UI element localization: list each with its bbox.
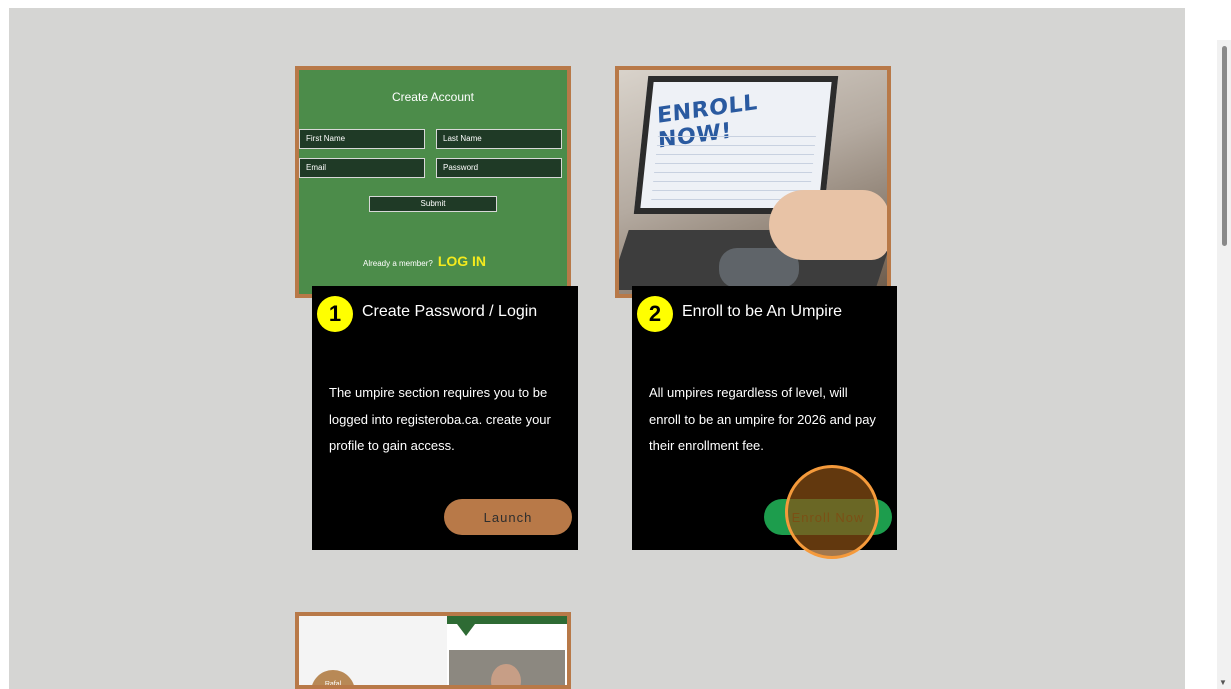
- last-name-field: Last Name: [436, 129, 562, 149]
- triangle-down-icon[interactable]: ▼: [1219, 678, 1227, 687]
- vertical-scrollbar[interactable]: ▼: [1217, 40, 1231, 689]
- email-field: Email: [299, 158, 425, 178]
- password-field: Password: [436, 158, 562, 178]
- enroll-laptop-photo: ENROLL NOW!: [619, 70, 887, 294]
- step-2-badge: 2: [637, 296, 673, 332]
- login-text: LOG IN: [437, 253, 487, 269]
- hands: [769, 190, 887, 260]
- create-account-image-card: Create Account First Name Last Name Emai…: [295, 66, 571, 298]
- step-1-panel: 1 Create Password / Login The umpire sec…: [312, 286, 578, 550]
- page-background: [9, 8, 1185, 689]
- umpire-profile-card: Rafal: [295, 612, 571, 689]
- form-lines: [651, 136, 816, 200]
- step-1-title: Create Password / Login: [362, 303, 538, 320]
- step-2-title: Enroll to be An Umpire: [682, 303, 843, 320]
- video-panel: [447, 616, 567, 685]
- name-badge: Rafal: [311, 670, 355, 685]
- chevron-down-icon: [451, 616, 481, 636]
- launch-button[interactable]: Launch: [444, 499, 572, 535]
- step-1-description: The umpire section requires you to be lo…: [329, 385, 551, 453]
- member-prompt-text: Already a member?: [363, 259, 433, 268]
- create-account-title: Create Account: [391, 90, 475, 104]
- submit-button-image: Submit: [369, 196, 497, 212]
- step-2-description: All umpires regardless of level, will en…: [649, 385, 876, 453]
- enroll-image-card: ENROLL NOW!: [615, 66, 891, 298]
- create-account-mockup: Create Account First Name Last Name Emai…: [299, 70, 567, 294]
- enroll-now-button[interactable]: Enroll Now: [764, 499, 892, 535]
- scrollbar-thumb[interactable]: [1222, 46, 1227, 246]
- step-2-panel: 2 Enroll to be An Umpire All umpires reg…: [632, 286, 897, 550]
- first-name-field: First Name: [299, 129, 425, 149]
- umpire-profile-image: Rafal: [299, 616, 567, 685]
- member-prompt: Already a member? LOG IN: [363, 253, 486, 269]
- step-1-badge: 1: [317, 296, 353, 332]
